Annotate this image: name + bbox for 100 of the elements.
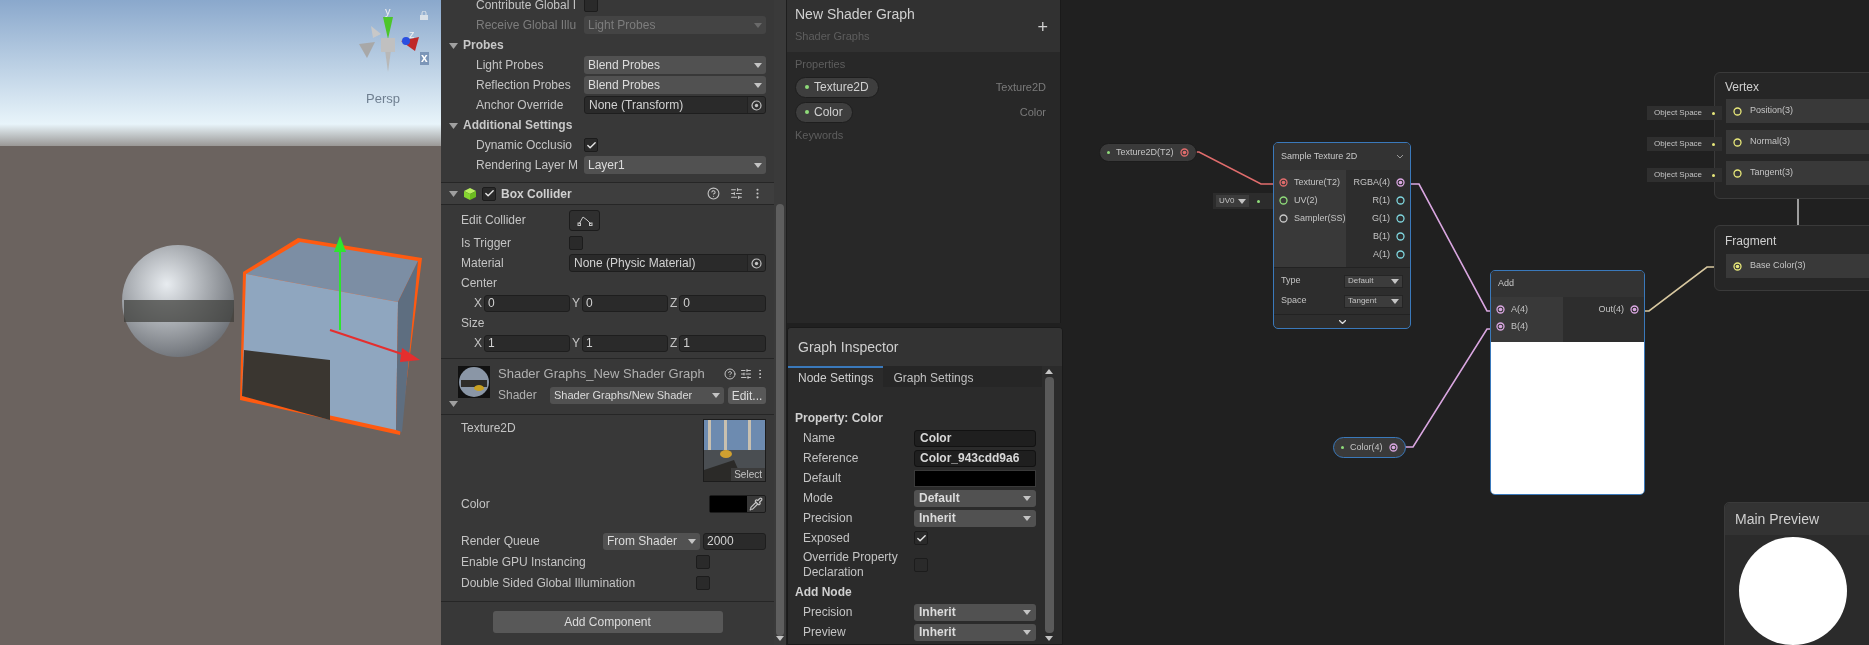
uv-dropdown[interactable]: UV0 xyxy=(1216,195,1249,207)
field-label: Shader xyxy=(498,387,538,404)
number-field[interactable]: 2000 xyxy=(703,532,766,550)
node-title: Vertex xyxy=(1724,79,1761,96)
checkbox[interactable] xyxy=(569,236,583,250)
block-slot[interactable]: Base Color(3) xyxy=(1726,254,1869,278)
port-icon[interactable] xyxy=(1388,443,1398,452)
node[interactable]: Sample Texture 2D Texture(T2) UV(2) Sampler(SS) RGBA(4) R(1) G(1) B(1) A(1) Type Default Space Tangent xyxy=(1273,142,1411,329)
port-icon[interactable] xyxy=(1279,178,1288,187)
object-field[interactable]: None (Physic Material) xyxy=(569,254,766,272)
object-picker-icon[interactable] xyxy=(747,255,765,271)
color-swatch[interactable] xyxy=(914,469,1036,487)
number-field[interactable]: 0 xyxy=(679,294,766,312)
port-label: B(4) xyxy=(1511,319,1528,333)
property-type: Texture2D xyxy=(995,79,1046,95)
foldout-arrow-icon[interactable] xyxy=(449,120,458,130)
presets-icon[interactable] xyxy=(730,187,743,200)
port-label: Tangent(3) xyxy=(1750,166,1794,180)
add-component-button[interactable]: Add Component xyxy=(492,611,723,633)
port-label: A(1) xyxy=(1373,247,1390,261)
block-slot[interactable]: Normal(3) xyxy=(1726,130,1869,154)
edit-collider-button[interactable] xyxy=(569,209,600,231)
property-node[interactable]: Color(4) xyxy=(1333,437,1406,458)
chevron-icon[interactable] xyxy=(1397,154,1403,159)
dropdown[interactable]: Inherit xyxy=(914,623,1036,641)
dropdown[interactable]: From Shader xyxy=(603,532,700,550)
master-node[interactable]: Vertex Position(3) Normal(3) Tangent(3) xyxy=(1714,72,1869,199)
property-pill[interactable]: Color xyxy=(795,101,853,123)
node[interactable]: Add A(4) B(4) Out(4) xyxy=(1490,270,1645,495)
caret-icon xyxy=(1023,629,1031,635)
section-title[interactable]: Probes xyxy=(463,36,504,54)
checkbox[interactable] xyxy=(584,0,598,12)
field-label: Color xyxy=(461,496,491,513)
property-node[interactable]: Texture2D(T2) xyxy=(1099,143,1197,162)
component-header[interactable]: Box Collider xyxy=(441,182,774,205)
scroll-up-icon[interactable] xyxy=(1045,369,1053,374)
default-value-field[interactable]: Object Space xyxy=(1647,106,1722,120)
field-label: Name xyxy=(802,430,836,446)
help-icon[interactable] xyxy=(707,187,720,200)
port-icon[interactable] xyxy=(1396,250,1405,259)
checkbox[interactable] xyxy=(696,554,710,569)
block-slot[interactable]: Tangent(3) xyxy=(1726,161,1869,185)
field-label: Contribute Global I xyxy=(476,0,578,14)
dropdown[interactable]: Inherit xyxy=(914,603,1036,621)
object-field[interactable]: None (Transform) xyxy=(584,96,766,114)
foldout-arrow-icon[interactable] xyxy=(449,399,458,408)
dropdown[interactable]: Layer1 xyxy=(584,156,766,174)
master-node[interactable]: Fragment Base Color(3) xyxy=(1714,225,1869,291)
port-icon[interactable] xyxy=(1396,232,1405,241)
connection-wire xyxy=(1797,198,1799,227)
port-icon[interactable] xyxy=(1396,196,1405,205)
default-value-field[interactable]: Object Space xyxy=(1647,137,1722,151)
eyedropper-icon[interactable] xyxy=(749,497,763,511)
tab[interactable]: Node Settings xyxy=(788,366,884,387)
number-field[interactable]: 0 xyxy=(582,294,668,312)
section-title: Property: Color xyxy=(795,410,884,427)
checkbox[interactable] xyxy=(482,186,496,201)
port-icon[interactable] xyxy=(1396,178,1405,187)
block-slot[interactable]: Position(3) xyxy=(1726,99,1869,123)
scrollbar[interactable] xyxy=(1042,366,1056,644)
dropdown[interactable]: Tangent xyxy=(1344,294,1403,308)
default-value-field[interactable]: Object Space xyxy=(1647,168,1722,182)
presets-icon[interactable] xyxy=(740,368,752,380)
port-icon[interactable] xyxy=(1279,196,1288,205)
field-label: Default xyxy=(802,470,843,486)
graph-canvas[interactable] xyxy=(787,0,1869,645)
property-pill[interactable]: Texture2D xyxy=(795,76,879,98)
port-icon[interactable] xyxy=(1630,305,1639,314)
text-field[interactable]: Color_943cdd9a6 xyxy=(914,449,1036,467)
foldout-arrow-icon[interactable] xyxy=(449,40,458,50)
dropdown[interactable]: Default xyxy=(914,489,1036,507)
dropdown[interactable]: Blend Probes xyxy=(584,56,766,74)
select-button[interactable]: Select xyxy=(731,468,765,481)
graph-title: New Shader Graph xyxy=(795,5,915,24)
port-icon[interactable] xyxy=(1496,322,1505,331)
dropdown[interactable]: Blend Probes xyxy=(584,76,766,94)
number-field[interactable]: 1 xyxy=(679,334,766,352)
help-icon[interactable] xyxy=(724,368,736,380)
text-field[interactable]: Color xyxy=(914,429,1036,447)
dropdown[interactable]: Default xyxy=(1344,274,1403,288)
edit-button[interactable]: Edit... xyxy=(728,386,766,404)
port-icon[interactable] xyxy=(1496,305,1505,314)
number-field[interactable]: 0 xyxy=(484,294,570,312)
port-label: Out(4) xyxy=(1598,302,1624,316)
checkbox[interactable] xyxy=(696,575,710,590)
dropdown[interactable]: Inherit xyxy=(914,509,1036,527)
checkbox[interactable] xyxy=(584,138,598,152)
checkbox[interactable] xyxy=(914,531,928,545)
port-icon[interactable] xyxy=(1279,214,1288,223)
section-title[interactable]: Additional Settings xyxy=(463,116,573,134)
expand-chevron-icon[interactable] xyxy=(1338,319,1346,324)
number-field[interactable]: 1 xyxy=(582,334,668,352)
port-icon[interactable] xyxy=(1396,214,1405,223)
add-property-button[interactable]: + xyxy=(1037,18,1048,36)
shader-dropdown[interactable]: Shader Graphs/New Shader xyxy=(550,386,724,404)
color-swatch[interactable] xyxy=(710,496,747,512)
field-label: Exposed xyxy=(802,530,851,546)
foldout-arrow-icon[interactable] xyxy=(449,189,458,198)
object-picker-icon[interactable] xyxy=(747,97,765,113)
number-field[interactable]: 1 xyxy=(484,334,570,352)
